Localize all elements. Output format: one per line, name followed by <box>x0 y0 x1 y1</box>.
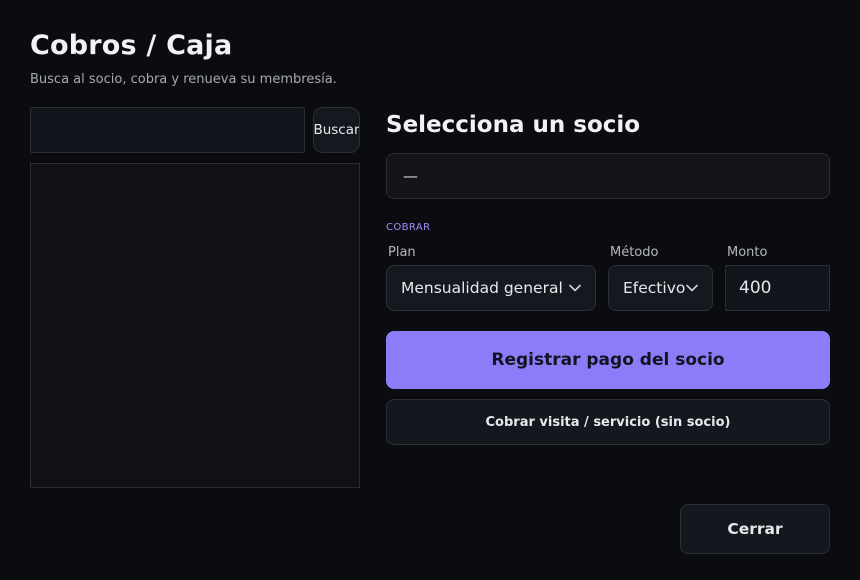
page-title: Cobros / Caja <box>30 30 233 61</box>
close-button[interactable]: Cerrar <box>680 504 830 554</box>
charge-section-label: COBRAR <box>386 222 431 233</box>
selected-member-box: — <box>386 153 830 199</box>
plan-label: Plan <box>388 245 416 260</box>
plan-select[interactable]: Mensualidad general <box>386 265 596 311</box>
selected-member-text: — <box>403 167 418 185</box>
amount-label: Monto <box>727 245 768 260</box>
charge-visit-button[interactable]: Cobrar visita / servicio (sin socio) <box>386 399 830 445</box>
search-button[interactable]: Buscar <box>313 107 360 153</box>
search-input[interactable] <box>30 107 305 153</box>
search-results-list[interactable] <box>30 163 360 488</box>
register-payment-button[interactable]: Registrar pago del socio <box>386 331 830 389</box>
plan-select-value: Mensualidad general <box>401 279 563 297</box>
method-select[interactable]: Efectivo <box>608 265 713 311</box>
selected-member-heading: Selecciona un socio <box>386 112 641 138</box>
chevron-down-icon <box>569 284 581 292</box>
page-subtitle: Busca al socio, cobra y renueva su membr… <box>30 72 337 87</box>
chevron-down-icon <box>686 284 698 292</box>
amount-input[interactable] <box>725 265 830 311</box>
method-select-value: Efectivo <box>623 279 686 297</box>
method-label: Método <box>610 245 659 260</box>
